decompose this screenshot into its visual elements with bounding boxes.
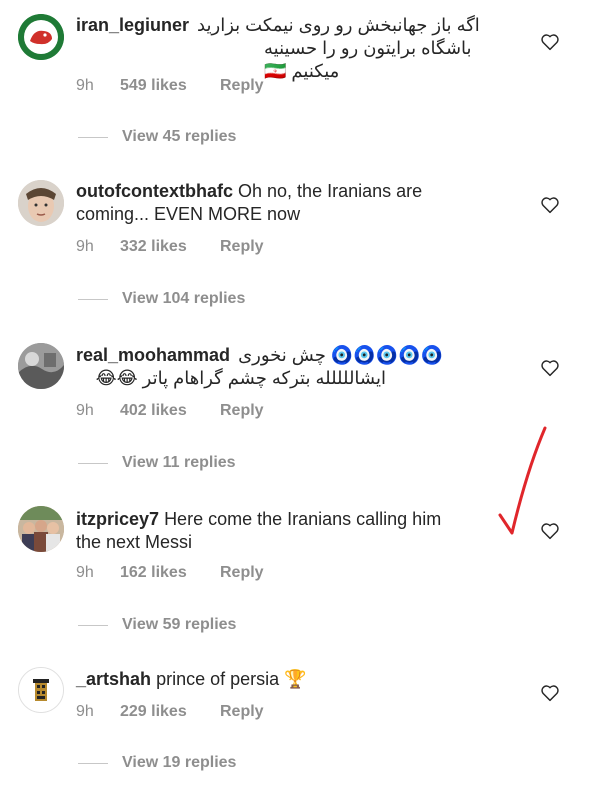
view-replies-button[interactable]: View 59 replies <box>78 616 236 634</box>
view-replies-button[interactable]: View 104 replies <box>78 290 245 308</box>
comment-meta: 9h 332 likes Reply <box>76 238 264 256</box>
reply-button[interactable]: Reply <box>220 77 264 95</box>
divider <box>78 136 108 138</box>
divider <box>78 462 108 464</box>
avatar[interactable] <box>18 14 64 60</box>
likes-count[interactable]: 162 likes <box>120 564 220 582</box>
username[interactable]: _artshah <box>76 669 151 689</box>
avatar[interactable] <box>18 667 64 713</box>
comment-body: Here come the Iranians calling him <box>164 509 442 529</box>
reply-button[interactable]: Reply <box>220 703 264 721</box>
avatar[interactable] <box>18 180 64 226</box>
comment-text: iran_legiuner اگه باز جهانبخش رو روی نیم… <box>76 14 516 83</box>
reply-button[interactable]: Reply <box>220 402 264 420</box>
comment-body-line2: the next Messi <box>76 532 193 552</box>
view-replies-button[interactable]: View 45 replies <box>78 128 236 146</box>
comment-body-line2: coming... EVEN MORE now <box>76 204 301 224</box>
divider <box>78 624 108 626</box>
username[interactable]: itzpricey7 <box>76 509 159 529</box>
reply-button[interactable]: Reply <box>220 238 264 256</box>
timestamp: 9h <box>76 703 94 720</box>
divider <box>78 298 108 300</box>
divider <box>78 762 108 764</box>
view-replies-label: View 19 replies <box>122 754 237 771</box>
persian-emblem-icon <box>19 668 63 712</box>
timestamp: 9h <box>76 77 94 94</box>
username[interactable]: outofcontextbhafc <box>76 181 233 201</box>
view-replies-button[interactable]: View 19 replies <box>78 754 236 772</box>
view-replies-label: View 59 replies <box>122 616 237 633</box>
comment-body-line2: ایشاللللله بترکه چشم گراهام پاتر 😂😂 <box>95 368 386 388</box>
comment-text: outofcontextbhafc Oh no, the Iranians ar… <box>76 180 516 226</box>
view-replies-label: View 45 replies <box>122 128 237 145</box>
heart-icon[interactable] <box>540 684 560 702</box>
view-replies-label: View 104 replies <box>122 290 246 307</box>
comment-meta: 9h 402 likes Reply <box>76 402 264 420</box>
avatar[interactable] <box>18 506 64 552</box>
username[interactable]: iran_legiuner <box>76 14 189 37</box>
view-replies-button[interactable]: View 11 replies <box>78 454 236 472</box>
red-bull-logo-icon <box>18 14 64 60</box>
timestamp: 9h <box>76 564 94 581</box>
comment-body: prince of persia 🏆 <box>156 669 307 689</box>
face-photo-icon <box>18 180 64 226</box>
comment-body: 🧿🧿🧿🧿🧿 چش نخوری <box>238 345 443 365</box>
group-photo-icon <box>18 506 64 552</box>
likes-count[interactable]: 332 likes <box>120 238 220 256</box>
heart-icon[interactable] <box>540 359 560 377</box>
comment-text: real_moohammad 🧿🧿🧿🧿🧿 چش نخوری ایشاللللله… <box>76 344 516 390</box>
comment-meta: 9h 549 likes Reply <box>76 77 264 95</box>
comment-meta: 9h 229 likes Reply <box>76 703 264 721</box>
comment-text: _artshah prince of persia 🏆 <box>76 668 516 691</box>
heart-icon[interactable] <box>540 33 560 51</box>
username[interactable]: real_moohammad <box>76 344 230 367</box>
timestamp: 9h <box>76 402 94 419</box>
heart-icon[interactable] <box>540 522 560 540</box>
likes-count[interactable]: 229 likes <box>120 703 220 721</box>
likes-count[interactable]: 549 likes <box>120 77 220 95</box>
reply-button[interactable]: Reply <box>220 564 264 582</box>
timestamp: 9h <box>76 238 94 255</box>
comment-text: itzpricey7 Here come the Iranians callin… <box>76 508 516 554</box>
view-replies-label: View 11 replies <box>122 454 236 471</box>
comment-body: Oh no, the Iranians are <box>238 181 423 201</box>
heart-icon[interactable] <box>540 196 560 214</box>
comment-meta: 9h 162 likes Reply <box>76 564 264 582</box>
comment-body: اگه باز جهانبخش رو روی نیمکت بزارید <box>197 15 480 35</box>
likes-count[interactable]: 402 likes <box>120 402 220 420</box>
avatar[interactable] <box>18 343 64 389</box>
bw-photo-icon <box>18 343 64 389</box>
